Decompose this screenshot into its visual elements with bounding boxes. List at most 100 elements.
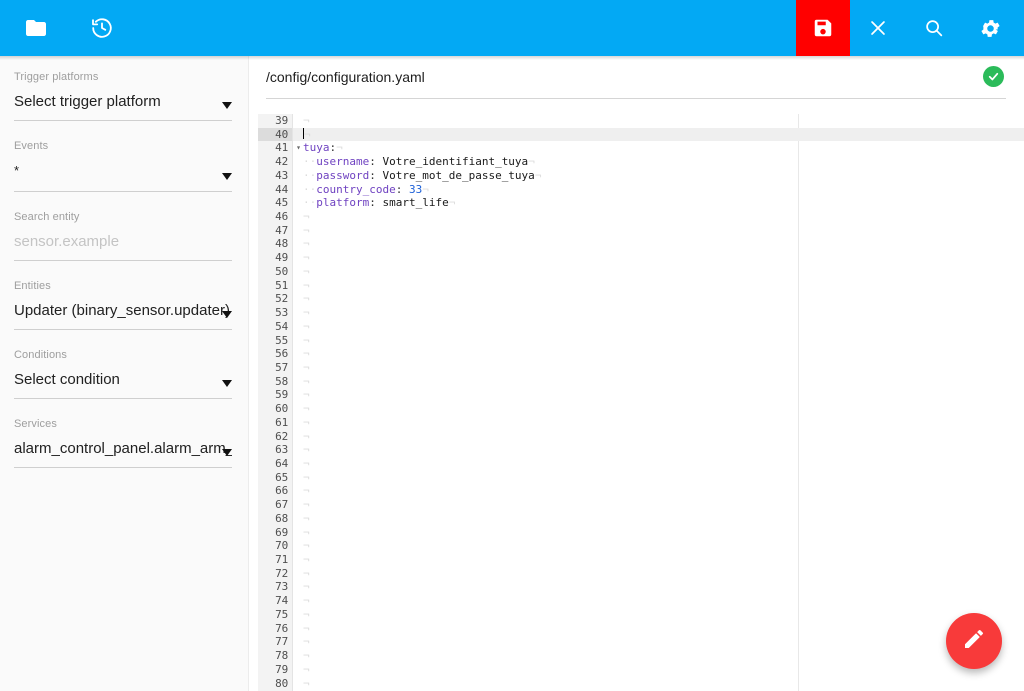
editor-line[interactable]: 65 ¬ (258, 471, 1024, 485)
code-line-content[interactable]: ¬ (293, 388, 1024, 402)
edit-fab[interactable] (946, 613, 1002, 669)
editor-line[interactable]: 57 ¬ (258, 361, 1024, 375)
editor-line[interactable]: 64 ¬ (258, 457, 1024, 471)
editor-line[interactable]: 80 ¬ (258, 677, 1024, 691)
editor-line[interactable]: 47 ¬ (258, 224, 1024, 238)
code-line-content[interactable]: ¬ (293, 320, 1024, 334)
code-line-content[interactable]: ¬ (293, 237, 1024, 251)
editor-line[interactable]: 77 ¬ (258, 635, 1024, 649)
editor-line[interactable]: 52 ¬ (258, 292, 1024, 306)
entities-select[interactable]: Updater (binary_sensor.updater) (14, 301, 232, 330)
editor-line[interactable]: 67 ¬ (258, 498, 1024, 512)
code-line-content[interactable]: ¬ (293, 347, 1024, 361)
editor-line[interactable]: 43 ··password: Votre_mot_de_passe_tuya¬ (258, 169, 1024, 183)
editor-line[interactable]: 55 ¬ (258, 334, 1024, 348)
editor-line[interactable]: 72 ¬ (258, 567, 1024, 581)
editor-line[interactable]: 75 ¬ (258, 608, 1024, 622)
search-entity-input[interactable]: sensor.example (14, 232, 232, 251)
editor-line[interactable]: 56 ¬ (258, 347, 1024, 361)
code-line-content[interactable]: ¬ (293, 306, 1024, 320)
code-line-content[interactable]: ¬ (293, 594, 1024, 608)
settings-button[interactable] (962, 0, 1018, 56)
editor-line[interactable]: 58 ¬ (258, 375, 1024, 389)
editor-line[interactable]: 68 ¬ (258, 512, 1024, 526)
editor-line[interactable]: 79 ¬ (258, 663, 1024, 677)
code-line-content[interactable]: ¬ (293, 265, 1024, 279)
chevron-down-icon[interactable] (222, 102, 232, 109)
editor-line[interactable]: 63 ¬ (258, 443, 1024, 457)
conditions-select[interactable]: Select condition (14, 370, 232, 399)
code-line-content[interactable]: ¬ (293, 649, 1024, 663)
code-line-content[interactable]: ¬ (293, 457, 1024, 471)
code-line-content[interactable]: ··password: Votre_mot_de_passe_tuya¬ (293, 169, 1024, 183)
editor-line[interactable]: 66 ¬ (258, 484, 1024, 498)
restore-history-button[interactable] (74, 0, 130, 56)
code-line-content[interactable]: ¬ (293, 127, 1024, 142)
code-line-content[interactable]: ¬ (293, 471, 1024, 485)
code-line-content[interactable]: ¬ (293, 663, 1024, 677)
editor-line[interactable]: 54 ¬ (258, 320, 1024, 334)
code-line-content[interactable]: ··country_code: 33¬ (293, 183, 1024, 197)
editor-line[interactable]: 44 ··country_code: 33¬ (258, 183, 1024, 197)
code-line-content[interactable]: ¬ (293, 443, 1024, 457)
code-line-content[interactable]: ¬ (293, 430, 1024, 444)
chevron-down-icon[interactable] (222, 380, 232, 387)
editor-line[interactable]: 40 ¬ (258, 127, 1024, 142)
code-line-content[interactable]: ¬ (293, 279, 1024, 293)
events-select[interactable]: * (14, 161, 232, 192)
code-line-content[interactable]: ¬ (293, 498, 1024, 512)
code-line-content[interactable]: ¬ (293, 539, 1024, 553)
editor-line[interactable]: 50 ¬ (258, 265, 1024, 279)
code-line-content[interactable]: ¬ (293, 635, 1024, 649)
code-line-content[interactable]: ¬ (293, 580, 1024, 594)
file-path-input[interactable]: /config/configuration.yaml (266, 68, 983, 86)
code-line-content[interactable]: ¬ (293, 361, 1024, 375)
editor-line[interactable]: 74 ¬ (258, 594, 1024, 608)
code-line-content[interactable]: ¬ (293, 402, 1024, 416)
code-line-content[interactable]: ¬ (293, 224, 1024, 238)
code-line-content[interactable]: ¬ (293, 677, 1024, 691)
code-line-content[interactable]: ¬ (293, 553, 1024, 567)
editor-line[interactable]: 59 ¬ (258, 388, 1024, 402)
chevron-down-icon[interactable] (222, 311, 232, 318)
code-line-content[interactable]: ¬ (293, 114, 1024, 128)
code-line-content[interactable]: ··platform: smart_life¬ (293, 196, 1024, 210)
code-line-content[interactable]: ¬ (293, 526, 1024, 540)
code-line-content[interactable]: ¬ (293, 416, 1024, 430)
trigger-platform-select[interactable]: Select trigger platform (14, 92, 232, 121)
editor-line[interactable]: 71 ¬ (258, 553, 1024, 567)
editor-line[interactable]: 61 ¬ (258, 416, 1024, 430)
services-select[interactable]: alarm_control_panel.alarm_arm_aw… (14, 439, 232, 468)
editor-line[interactable]: 48 ¬ (258, 237, 1024, 251)
code-line-content[interactable]: ¬ (293, 210, 1024, 224)
chevron-down-icon[interactable] (222, 449, 232, 456)
search-button[interactable] (906, 0, 962, 56)
chevron-down-icon[interactable] (222, 173, 232, 180)
editor-line[interactable]: 41 ▾ tuya:¬ (258, 141, 1024, 155)
editor-line[interactable]: 49 ¬ (258, 251, 1024, 265)
editor-line[interactable]: 51 ¬ (258, 279, 1024, 293)
search-entity-input-wrap[interactable]: sensor.example (14, 232, 232, 261)
code-line-content[interactable]: ¬ (293, 375, 1024, 389)
code-line-content[interactable]: ¬ (293, 251, 1024, 265)
editor-line[interactable]: 62 ¬ (258, 430, 1024, 444)
code-line-content[interactable]: tuya:¬ (293, 141, 1024, 155)
code-editor[interactable]: 39 ¬ 40 ¬ 41 ▾ tuya:¬ 42 ··username: Votre_ident… (258, 114, 1024, 691)
editor-line[interactable]: 70 ¬ (258, 539, 1024, 553)
editor-line[interactable]: 78 ¬ (258, 649, 1024, 663)
code-line-content[interactable]: ¬ (293, 334, 1024, 348)
close-button[interactable] (850, 0, 906, 56)
code-line-content[interactable]: ¬ (293, 512, 1024, 526)
code-line-content[interactable]: ¬ (293, 622, 1024, 636)
editor-line[interactable]: 76 ¬ (258, 622, 1024, 636)
editor-line[interactable]: 39 ¬ (258, 114, 1024, 128)
code-line-content[interactable]: ··username: Votre_identifiant_tuya¬ (293, 155, 1024, 169)
editor-line[interactable]: 45 ··platform: smart_life¬ (258, 196, 1024, 210)
code-line-content[interactable]: ¬ (293, 608, 1024, 622)
code-line-content[interactable]: ¬ (293, 484, 1024, 498)
editor-line[interactable]: 42 ··username: Votre_identifiant_tuya¬ (258, 155, 1024, 169)
editor-line[interactable]: 60 ¬ (258, 402, 1024, 416)
browse-files-button[interactable] (8, 0, 64, 56)
editor-line[interactable]: 73 ¬ (258, 580, 1024, 594)
file-path-bar[interactable]: /config/configuration.yaml (266, 66, 1006, 99)
